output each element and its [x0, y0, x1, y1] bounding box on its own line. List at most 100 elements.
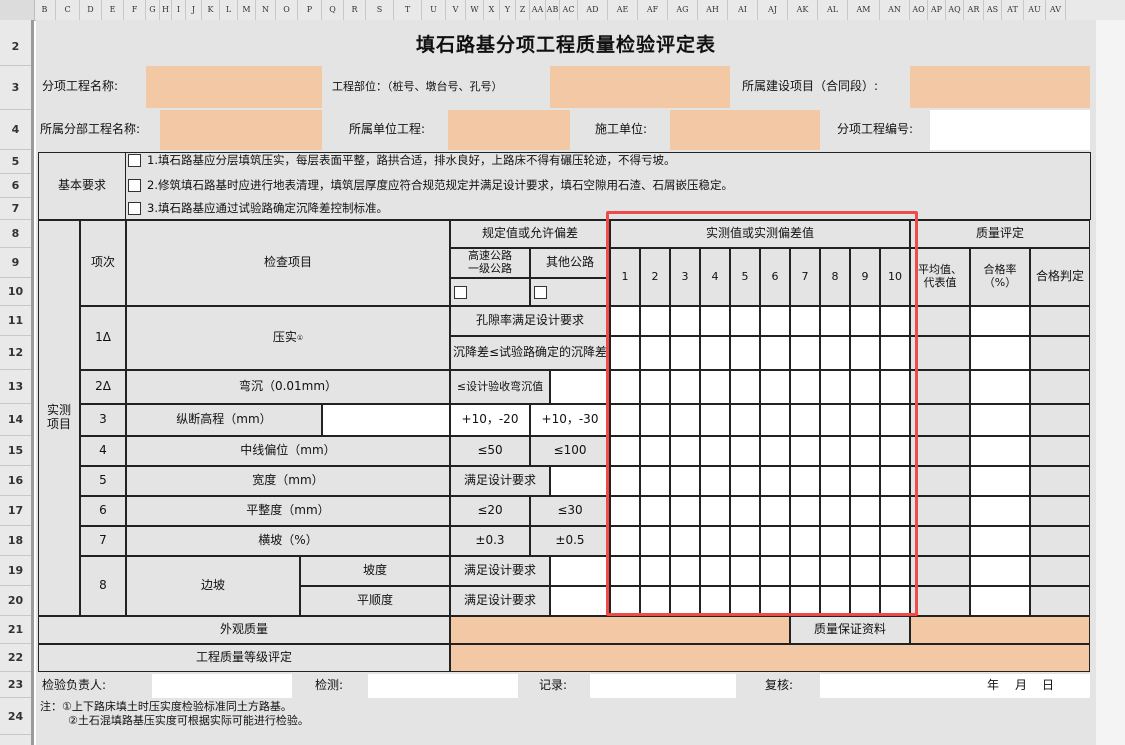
row6-judgement-cell[interactable] [1030, 496, 1090, 526]
row3-measurement-6[interactable] [760, 404, 790, 436]
row1a-measurement-1[interactable] [610, 306, 640, 336]
row7-measurement-10[interactable] [880, 526, 910, 556]
row4-measurement-9[interactable] [850, 436, 880, 466]
row1a-measurement-10[interactable] [880, 306, 910, 336]
row2-measurement-8[interactable] [820, 370, 850, 404]
row4-average-cell[interactable] [910, 436, 970, 466]
row1b-measurement-8[interactable] [820, 336, 850, 370]
row6-measurement-2[interactable] [640, 496, 670, 526]
row2-pass-rate-cell[interactable] [970, 370, 1030, 404]
inspector-cell[interactable] [152, 674, 292, 698]
row1b-measurement-10[interactable] [880, 336, 910, 370]
row2-measurement-4[interactable] [700, 370, 730, 404]
row7-measurement-5[interactable] [730, 526, 760, 556]
checkbox-icon[interactable] [128, 201, 141, 215]
row1b-measurement-4[interactable] [700, 336, 730, 370]
row7-measurement-2[interactable] [640, 526, 670, 556]
row8b-measurement-3[interactable] [670, 586, 700, 616]
row4-pass-rate-cell[interactable] [970, 436, 1030, 466]
row6-measurement-5[interactable] [730, 496, 760, 526]
row8a-pass-rate-cell[interactable] [970, 556, 1030, 586]
checkbox-icon[interactable] [128, 178, 141, 192]
row7-measurement-3[interactable] [670, 526, 700, 556]
row1a-pass-rate-cell[interactable] [970, 306, 1030, 336]
row6-measurement-7[interactable] [790, 496, 820, 526]
row7-measurement-1[interactable] [610, 526, 640, 556]
row1b-pass-rate-cell[interactable] [970, 336, 1030, 370]
row3-measurement-8[interactable] [820, 404, 850, 436]
row3-measurement-7[interactable] [790, 404, 820, 436]
row5-average-cell[interactable] [910, 466, 970, 496]
checkbox-icon[interactable] [534, 285, 547, 299]
row8a-measurement-3[interactable] [670, 556, 700, 586]
row5-measurement-6[interactable] [760, 466, 790, 496]
row5-measurement-10[interactable] [880, 466, 910, 496]
row3-measurement-3[interactable] [670, 404, 700, 436]
row5-measurement-5[interactable] [730, 466, 760, 496]
row3-average-cell[interactable] [910, 404, 970, 436]
row8b-measurement-6[interactable] [760, 586, 790, 616]
row8b-measurement-4[interactable] [700, 586, 730, 616]
row1a-average-cell[interactable] [910, 306, 970, 336]
row8b-measurement-5[interactable] [730, 586, 760, 616]
row8b-measurement-9[interactable] [850, 586, 880, 616]
row7-measurement-8[interactable] [820, 526, 850, 556]
row1a-measurement-2[interactable] [640, 306, 670, 336]
row8b-average-cell[interactable] [910, 586, 970, 616]
row1a-measurement-7[interactable] [790, 306, 820, 336]
row4-measurement-1[interactable] [610, 436, 640, 466]
row1a-measurement-8[interactable] [820, 306, 850, 336]
row1b-average-cell[interactable] [910, 336, 970, 370]
row5-measurement-7[interactable] [790, 466, 820, 496]
row3-measurement-5[interactable] [730, 404, 760, 436]
row6-measurement-10[interactable] [880, 496, 910, 526]
row1a-measurement-5[interactable] [730, 306, 760, 336]
appearance-cell[interactable] [450, 616, 790, 644]
row3-pass-rate-cell[interactable] [970, 404, 1030, 436]
row6-measurement-4[interactable] [700, 496, 730, 526]
row4-measurement-3[interactable] [670, 436, 700, 466]
row8b-measurement-1[interactable] [610, 586, 640, 616]
row5-measurement-9[interactable] [850, 466, 880, 496]
row1b-judgement-cell[interactable] [1030, 336, 1090, 370]
row6-measurement-6[interactable] [760, 496, 790, 526]
row3-measurement-9[interactable] [850, 404, 880, 436]
row8a-average-cell[interactable] [910, 556, 970, 586]
row2-measurement-10[interactable] [880, 370, 910, 404]
row3-judgement-cell[interactable] [1030, 404, 1090, 436]
row5-measurement-2[interactable] [640, 466, 670, 496]
row1b-measurement-1[interactable] [610, 336, 640, 370]
row5-measurement-1[interactable] [610, 466, 640, 496]
checker-cell[interactable] [368, 674, 518, 698]
row7-measurement-6[interactable] [760, 526, 790, 556]
row7-measurement-9[interactable] [850, 526, 880, 556]
row8b-pass-rate-cell[interactable] [970, 586, 1030, 616]
row5-measurement-8[interactable] [820, 466, 850, 496]
row8b-measurement-8[interactable] [820, 586, 850, 616]
row1a-measurement-3[interactable] [670, 306, 700, 336]
row3-measurement-10[interactable] [880, 404, 910, 436]
checkbox-icon[interactable] [128, 153, 141, 167]
row8a-measurement-4[interactable] [700, 556, 730, 586]
row8a-measurement-10[interactable] [880, 556, 910, 586]
row2-measurement-7[interactable] [790, 370, 820, 404]
row4-measurement-8[interactable] [820, 436, 850, 466]
row5-spec-blank[interactable] [550, 466, 610, 496]
row2-measurement-3[interactable] [670, 370, 700, 404]
checkbox-icon[interactable] [454, 285, 467, 299]
row4-measurement-6[interactable] [760, 436, 790, 466]
row8a-measurement-6[interactable] [760, 556, 790, 586]
row8b-measurement-10[interactable] [880, 586, 910, 616]
row6-measurement-3[interactable] [670, 496, 700, 526]
row2-average-cell[interactable] [910, 370, 970, 404]
row2-judgement-cell[interactable] [1030, 370, 1090, 404]
row8-spec-b-blank[interactable] [550, 586, 610, 616]
row6-pass-rate-cell[interactable] [970, 496, 1030, 526]
row6-average-cell[interactable] [910, 496, 970, 526]
row1b-measurement-3[interactable] [670, 336, 700, 370]
row8b-measurement-7[interactable] [790, 586, 820, 616]
row3-measurement-4[interactable] [700, 404, 730, 436]
row7-average-cell[interactable] [910, 526, 970, 556]
row4-measurement-4[interactable] [700, 436, 730, 466]
row8a-measurement-2[interactable] [640, 556, 670, 586]
